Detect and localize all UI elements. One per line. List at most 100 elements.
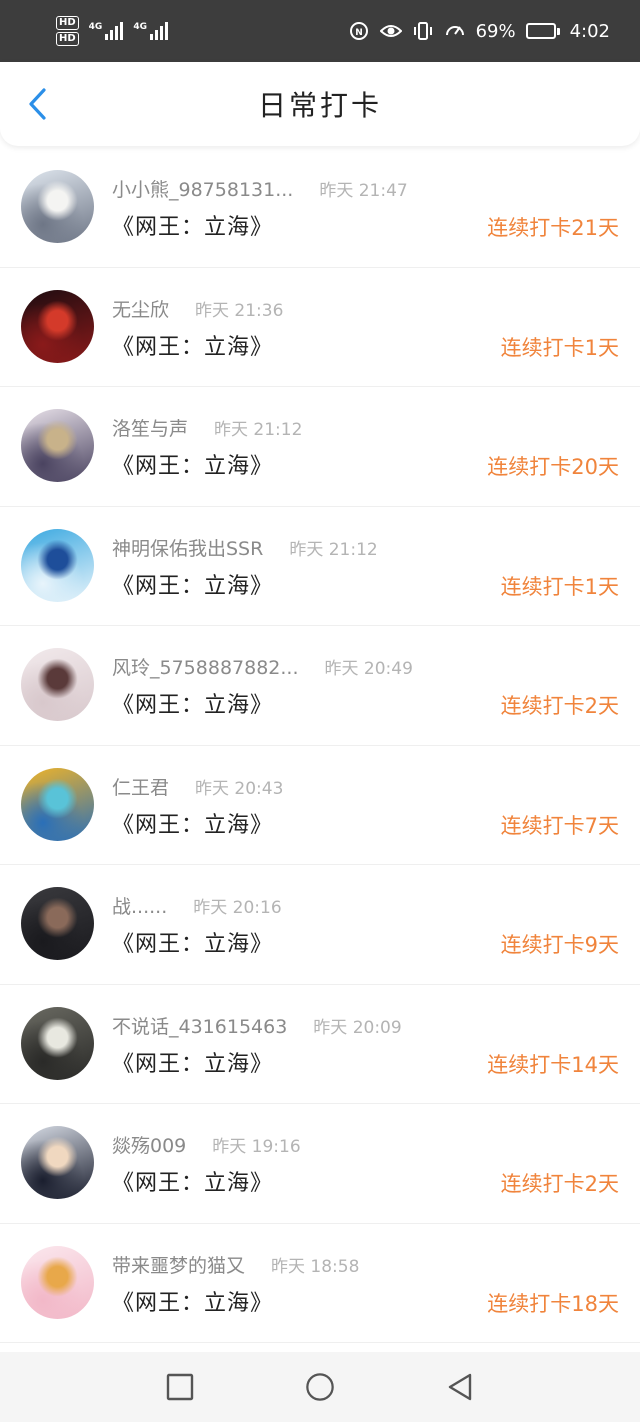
status-bar: HD HD 4G 4G N 69% 4:02: [0, 0, 640, 62]
timestamp: 昨天 20:43: [195, 778, 284, 799]
checkin-row[interactable]: 洛笙与声 昨天 21:12 《网王：立海》 连续打卡20天: [0, 387, 640, 507]
avatar[interactable]: [21, 528, 94, 602]
checkin-row[interactable]: 小小熊_98758131... 昨天 21:47 《网王：立海》 连续打卡21天: [0, 148, 640, 268]
username[interactable]: 风玲_5758887882...: [112, 653, 299, 680]
username[interactable]: 战......: [112, 892, 167, 919]
post-meta: 燚殇009 昨天 19:16: [112, 1131, 301, 1158]
app-screen: HD HD 4G 4G N 69% 4:02 日常打卡 小小熊_98758131…: [0, 0, 640, 1422]
sim-indicators: HD HD: [56, 16, 79, 46]
book-title: 《网王：立海》: [112, 932, 274, 957]
book-title: 《网王：立海》: [112, 1290, 274, 1316]
vibrate-icon: [412, 20, 434, 42]
streak-count: 连续打卡2天: [500, 1172, 619, 1196]
avatar[interactable]: [21, 409, 94, 482]
sim1-hd-badge: HD: [56, 16, 79, 30]
streak-count: 连续打卡20天: [487, 455, 619, 479]
post-meta: 风玲_5758887882... 昨天 20:49: [112, 653, 413, 680]
book-title: 《网王：立海》: [112, 1171, 274, 1196]
square-icon: [166, 1373, 194, 1401]
book-title: 《网王：立海》: [112, 454, 274, 479]
status-right: N 69% 4:02: [348, 20, 610, 42]
book-title: 《网王：立海》: [112, 693, 274, 718]
username[interactable]: 洛笙与声: [112, 414, 188, 441]
checkin-row[interactable]: 战...... 昨天 20:16 《网王：立海》 连续打卡9天: [0, 865, 640, 985]
avatar[interactable]: [21, 289, 94, 363]
timestamp: 昨天 21:12: [214, 420, 303, 440]
checkin-row[interactable]: 不说话_431615463 昨天 20:09 《网王：立海》 连续打卡14天: [0, 985, 640, 1104]
post-meta: 不说话_431615463 昨天 20:09: [112, 1012, 402, 1039]
row-divider: [0, 1342, 640, 1343]
username[interactable]: 不说话_431615463: [112, 1012, 287, 1039]
timestamp: 昨天 20:49: [324, 659, 413, 679]
timestamp: 昨天 21:12: [289, 539, 378, 560]
book-title: 《网王：立海》: [112, 1051, 274, 1077]
checkin-list: 小小熊_98758131... 昨天 21:47 《网王：立海》 连续打卡21天无尘欣…: [0, 148, 640, 1343]
avatar[interactable]: [21, 1126, 94, 1199]
page-title: 日常打卡: [257, 89, 382, 122]
top-app-bar: 日常打卡: [0, 62, 640, 146]
book-title: 《网王：立海》: [112, 334, 274, 360]
username[interactable]: 神明保佑我出SSR: [112, 534, 263, 561]
network-type-2: 4G: [133, 22, 147, 32]
streak-count: 连续打卡9天: [500, 933, 619, 957]
avatar[interactable]: [21, 170, 94, 243]
checkin-row[interactable]: 神明保佑我出SSR 昨天 21:12 《网王：立海》 连续打卡1天: [0, 507, 640, 626]
book-title: 《网王：立海》: [112, 215, 274, 240]
circle-icon: [306, 1373, 334, 1401]
post-meta: 神明保佑我出SSR 昨天 21:12: [112, 534, 378, 561]
checkin-row[interactable]: 风玲_5758887882... 昨天 20:49 《网王：立海》 连续打卡2天: [0, 626, 640, 746]
system-navigation-bar: [0, 1352, 640, 1422]
streak-count: 连续打卡21天: [487, 216, 619, 240]
status-left: HD HD 4G 4G: [56, 16, 168, 46]
streak-count: 连续打卡7天: [500, 813, 619, 838]
triangle-back-icon: [448, 1373, 472, 1401]
username[interactable]: 小小熊_98758131...: [112, 175, 293, 202]
timestamp: 昨天 20:16: [193, 898, 282, 918]
timestamp: 昨天 19:16: [212, 1137, 301, 1157]
sim2-hd-badge: HD: [56, 32, 79, 46]
username[interactable]: 仁王君: [112, 773, 169, 800]
home-button[interactable]: [305, 1372, 335, 1402]
signal-1-icon: 4G: [89, 22, 124, 40]
svg-text:N: N: [355, 28, 363, 38]
eye-icon: [379, 20, 402, 42]
book-title: 《网王：立海》: [112, 812, 274, 838]
nfc-icon: N: [348, 20, 370, 42]
streak-count: 连续打卡14天: [487, 1052, 619, 1077]
timestamp: 昨天 21:36: [195, 300, 284, 321]
streak-count: 连续打卡1天: [500, 335, 619, 360]
username[interactable]: 带来噩梦的猫又: [112, 1251, 245, 1278]
recents-button[interactable]: [165, 1372, 195, 1402]
battery-icon: [525, 23, 560, 39]
signal-2-icon: 4G: [133, 22, 168, 40]
timestamp: 昨天 21:47: [319, 181, 408, 201]
username[interactable]: 无尘欣: [112, 295, 169, 322]
post-meta: 战...... 昨天 20:16: [112, 892, 282, 919]
timestamp: 昨天 20:09: [313, 1017, 402, 1038]
timestamp: 昨天 18:58: [271, 1256, 360, 1277]
avatar[interactable]: [21, 887, 94, 960]
post-meta: 仁王君 昨天 20:43: [112, 773, 283, 800]
chevron-left-icon: [29, 88, 46, 120]
streak-count: 连续打卡1天: [500, 574, 619, 599]
streak-count: 连续打卡18天: [487, 1291, 619, 1316]
speed-gauge-icon: [444, 20, 466, 42]
clock: 4:02: [569, 20, 610, 42]
checkin-row[interactable]: 无尘欣 昨天 21:36 《网王：立海》 连续打卡1天: [0, 268, 640, 387]
avatar[interactable]: [21, 767, 94, 841]
post-meta: 小小熊_98758131... 昨天 21:47: [112, 175, 408, 202]
back-button[interactable]: [18, 84, 58, 124]
checkin-row[interactable]: 燚殇009 昨天 19:16 《网王：立海》 连续打卡2天: [0, 1104, 640, 1224]
post-meta: 无尘欣 昨天 21:36: [112, 295, 283, 322]
streak-count: 连续打卡2天: [500, 694, 619, 718]
book-title: 《网王：立海》: [112, 573, 274, 599]
checkin-row[interactable]: 仁王君 昨天 20:43 《网王：立海》 连续打卡7天: [0, 746, 640, 865]
avatar[interactable]: [21, 1245, 94, 1319]
battery-percent: 69%: [475, 20, 516, 42]
username[interactable]: 燚殇009: [112, 1131, 186, 1158]
network-type-1: 4G: [88, 22, 103, 32]
checkin-row[interactable]: 带来噩梦的猫又 昨天 18:58 《网王：立海》 连续打卡18天: [0, 1224, 640, 1343]
avatar[interactable]: [21, 648, 94, 721]
avatar[interactable]: [21, 1006, 94, 1080]
back-nav-button[interactable]: [445, 1372, 475, 1402]
